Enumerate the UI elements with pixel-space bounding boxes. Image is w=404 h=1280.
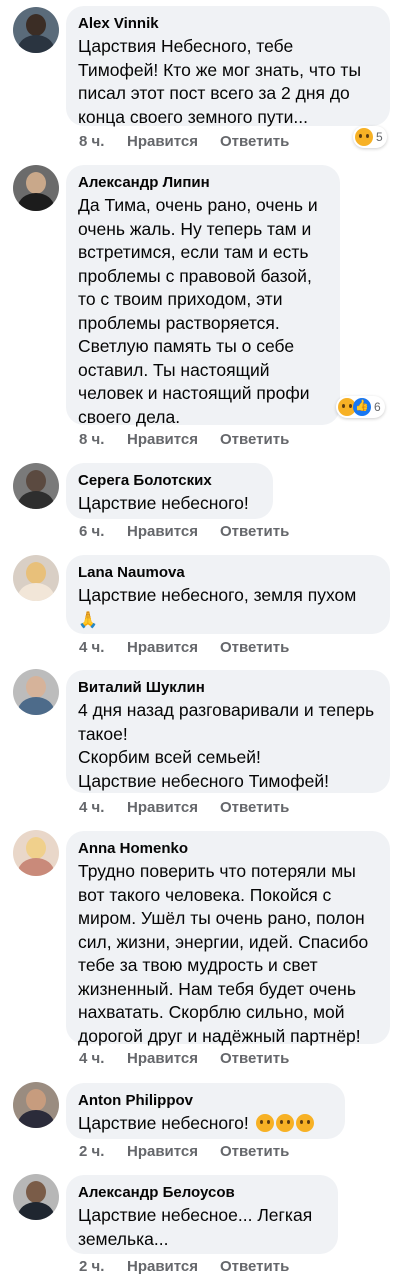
avatar[interactable] xyxy=(13,1174,59,1220)
comment-bubble: Alex Vinnik Царствия Небесного, тебе Тим… xyxy=(66,6,390,127)
comment-actions: 2 ч. Нравится Ответить xyxy=(79,1258,289,1276)
reply-button[interactable]: Ответить xyxy=(220,1050,289,1068)
avatar[interactable] xyxy=(13,7,59,53)
pray-emoji-icon: 🙏 xyxy=(78,611,98,629)
comment-text: Трудно поверить что потеряли мы вот тако… xyxy=(78,861,369,1046)
comment-author[interactable]: Серега Болотских xyxy=(78,471,261,490)
comment-actions: 6 ч. Нравится Ответить xyxy=(79,523,289,541)
comment-author[interactable]: Александр Белоусов xyxy=(78,1183,326,1202)
sad-emoji-icon xyxy=(295,1114,314,1132)
comment-text: Царствие небесного! xyxy=(78,493,249,513)
comment-author[interactable]: Anton Philippov xyxy=(78,1091,333,1110)
comment-author[interactable]: Anna Homenko xyxy=(78,839,378,858)
avatar[interactable] xyxy=(13,1082,59,1128)
avatar[interactable] xyxy=(13,555,59,601)
comment-text: 4 дня назад разговаривали и теперь такое… xyxy=(78,700,375,791)
avatar[interactable] xyxy=(13,669,59,715)
like-button[interactable]: Нравится xyxy=(127,1143,220,1161)
avatar[interactable] xyxy=(13,463,59,509)
comment-bubble: Александр Белоусов Царствие небесное... … xyxy=(66,1175,338,1254)
comment-actions: 4 ч. Нравится Ответить xyxy=(79,1050,289,1068)
reply-button[interactable]: Ответить xyxy=(220,523,289,541)
comment-bubble: Серега Болотских Царствие небесного! xyxy=(66,463,273,519)
comment-text: Царствие небесное... Легкая земелька... xyxy=(78,1205,313,1249)
reply-button[interactable]: Ответить xyxy=(220,639,289,657)
reactions-count: 6 xyxy=(374,400,381,414)
like-button[interactable]: Нравится xyxy=(127,523,220,541)
comment-text: Царствие небесного! xyxy=(78,1112,333,1136)
comment-time[interactable]: 4 ч. xyxy=(79,1050,127,1068)
avatar[interactable] xyxy=(13,165,59,211)
comment-bubble: Anna Homenko Трудно поверить что потерял… xyxy=(66,831,390,1046)
like-button[interactable]: Нравится xyxy=(127,799,220,817)
like-button[interactable]: Нравится xyxy=(127,639,220,657)
sad-emoji-icon xyxy=(275,1114,294,1132)
reactions-count: 5 xyxy=(376,130,383,144)
comment-time[interactable]: 2 ч. xyxy=(79,1258,127,1276)
comment-time[interactable]: 2 ч. xyxy=(79,1143,127,1161)
reactions-summary[interactable]: 6 xyxy=(336,396,385,418)
comment-text: Царствие небесного, земля пухом 🙏 xyxy=(78,585,357,629)
comment-bubble: Anton Philippov Царствие небесного! xyxy=(66,1083,345,1139)
reactions-summary[interactable]: 5 xyxy=(353,126,387,148)
like-reaction-icon xyxy=(353,398,371,416)
comment-bubble: Александр Липин Да Тима, очень рано, оче… xyxy=(66,165,340,427)
comment-bubble: Виталий Шуклин 4 дня назад разговаривали… xyxy=(66,670,390,793)
comment-time[interactable]: 4 ч. xyxy=(79,799,127,817)
like-button[interactable]: Нравится xyxy=(127,1050,220,1068)
reply-button[interactable]: Ответить xyxy=(220,431,289,449)
reply-button[interactable]: Ответить xyxy=(220,1258,289,1276)
like-button[interactable]: Нравится xyxy=(127,1258,220,1276)
reply-button[interactable]: Ответить xyxy=(220,1143,289,1161)
comment-author[interactable]: Lana Naumova xyxy=(78,563,378,582)
comment-actions: 4 ч. Нравится Ответить xyxy=(79,799,289,817)
comment-actions: 8 ч. Нравится Ответить xyxy=(79,431,289,449)
comment-actions: 4 ч. Нравится Ответить xyxy=(79,639,289,657)
comment-text: Царствия Небесного, тебе Тимофей! Кто же… xyxy=(78,36,362,127)
reply-button[interactable]: Ответить xyxy=(220,133,289,151)
sad-emoji-icon xyxy=(355,128,373,146)
comment-text: Да Тима, очень рано, очень и очень жаль.… xyxy=(78,195,318,427)
comment-actions: 8 ч. Нравится Ответить xyxy=(79,133,289,151)
like-button[interactable]: Нравится xyxy=(127,431,220,449)
like-button[interactable]: Нравится xyxy=(127,133,220,151)
comment-author[interactable]: Виталий Шуклин xyxy=(78,678,378,697)
comment-time[interactable]: 4 ч. xyxy=(79,639,127,657)
comment-time[interactable]: 8 ч. xyxy=(79,133,127,151)
comment-bubble: Lana Naumova Царствие небесного, земля п… xyxy=(66,555,390,634)
reply-button[interactable]: Ответить xyxy=(220,799,289,817)
avatar[interactable] xyxy=(13,830,59,876)
comment-time[interactable]: 8 ч. xyxy=(79,431,127,449)
comment-author[interactable]: Alex Vinnik xyxy=(78,14,378,33)
comment-author[interactable]: Александр Липин xyxy=(78,173,328,192)
comment-time[interactable]: 6 ч. xyxy=(79,523,127,541)
sad-emoji-icon xyxy=(255,1114,274,1132)
comment-actions: 2 ч. Нравится Ответить xyxy=(79,1143,289,1161)
